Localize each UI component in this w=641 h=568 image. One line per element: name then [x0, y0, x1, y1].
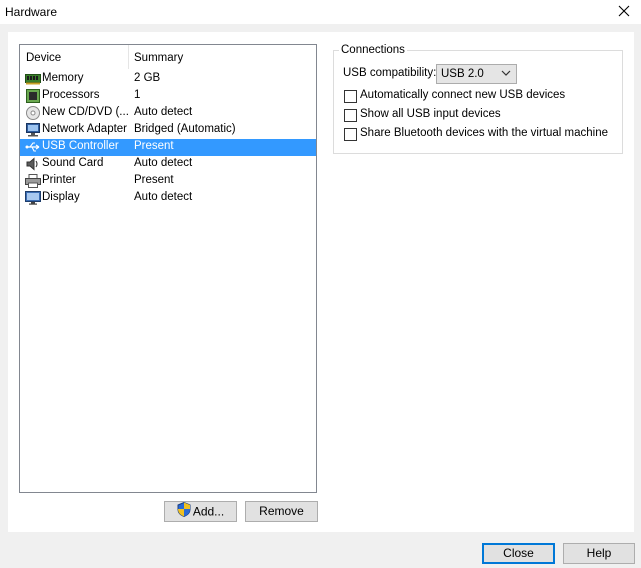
device-summary: Auto detect	[134, 191, 193, 203]
usb-compatibility-select[interactable]: USB 2.0	[436, 64, 517, 84]
close-button-label: Close	[503, 546, 534, 560]
close-button[interactable]: Close	[482, 543, 555, 564]
window-title: Hardware	[5, 5, 58, 19]
device-row-memory[interactable]: Memory 2 GB	[20, 71, 316, 88]
usb-icon	[25, 140, 41, 154]
device-summary: 2 GB	[134, 72, 161, 84]
device-summary: Present	[134, 140, 174, 152]
show-usb-input-checkbox[interactable]	[344, 109, 357, 122]
show-usb-input-label[interactable]: Show all USB input devices	[360, 108, 501, 120]
sound-card-icon	[25, 157, 41, 171]
device-name: Sound Card	[42, 157, 104, 169]
device-row-sound-card[interactable]: Sound Card Auto detect	[20, 156, 316, 173]
device-row-usb-controller[interactable]: USB Controller Present	[20, 139, 316, 156]
auto-connect-usb-checkbox[interactable]	[344, 90, 357, 103]
device-name: New CD/DVD (...	[42, 106, 129, 118]
network-adapter-icon	[25, 123, 41, 137]
close-icon	[618, 5, 630, 17]
printer-icon	[25, 174, 41, 188]
device-row-network-adapter[interactable]: Network Adapter Bridged (Automatic)	[20, 122, 316, 139]
display-icon	[25, 191, 41, 205]
title-bar: Hardware	[0, 0, 641, 24]
column-header-summary[interactable]: Summary	[134, 52, 183, 64]
share-bluetooth-label[interactable]: Share Bluetooth devices with the virtual…	[360, 127, 608, 139]
device-name: Processors	[42, 89, 100, 101]
device-name: Printer	[42, 174, 76, 186]
column-header-device[interactable]: Device	[26, 52, 61, 64]
add-button-label: Add...	[192, 504, 225, 519]
device-name: USB Controller	[42, 140, 119, 152]
connections-group-label: Connections	[339, 44, 407, 56]
usb-compatibility-value: USB 2.0	[441, 68, 484, 80]
device-summary: 1	[134, 89, 141, 101]
add-device-button[interactable]: Add...	[164, 501, 237, 522]
device-name: Display	[42, 191, 80, 203]
device-row-printer[interactable]: Printer Present	[20, 173, 316, 190]
column-separator[interactable]	[128, 45, 129, 69]
device-row-processors[interactable]: Processors 1	[20, 88, 316, 105]
device-name: Memory	[42, 72, 84, 84]
device-list[interactable]: Device Summary Memory 2 GB Processors 1 …	[19, 44, 317, 493]
help-button-label: Help	[586, 546, 612, 560]
uac-shield-icon	[177, 501, 191, 523]
cd-dvd-icon	[25, 106, 41, 120]
device-summary: Bridged (Automatic)	[134, 123, 236, 135]
device-summary: Auto detect	[134, 157, 193, 169]
chevron-down-icon	[501, 68, 511, 78]
close-window-button[interactable]	[615, 2, 633, 20]
device-list-header: Device Summary	[20, 45, 316, 70]
device-summary: Auto detect	[134, 106, 193, 118]
processor-icon	[25, 89, 41, 103]
share-bluetooth-checkbox[interactable]	[344, 128, 357, 141]
device-name: Network Adapter	[42, 123, 128, 135]
memory-icon	[25, 72, 41, 86]
hardware-dialog: Hardware Device Summary Memory 2 GB Proc…	[0, 0, 641, 568]
remove-button-label: Remove	[259, 504, 304, 518]
remove-device-button[interactable]: Remove	[245, 501, 318, 522]
usb-compatibility-label: USB compatibility:	[343, 67, 437, 79]
auto-connect-usb-label[interactable]: Automatically connect new USB devices	[360, 89, 565, 101]
device-row-cd-dvd[interactable]: New CD/DVD (... Auto detect	[20, 105, 316, 122]
device-row-display[interactable]: Display Auto detect	[20, 190, 316, 207]
device-summary: Present	[134, 174, 174, 186]
help-button[interactable]: Help	[563, 543, 635, 564]
